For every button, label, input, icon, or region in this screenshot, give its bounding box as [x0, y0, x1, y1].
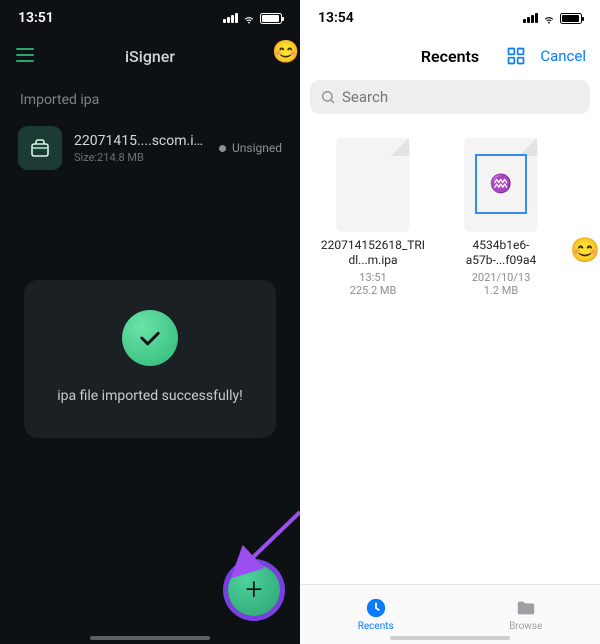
file-size: Size:214.8 MB [74, 151, 207, 164]
status-icons [223, 11, 282, 25]
home-indicator[interactable] [390, 636, 510, 640]
status-bar: 13:54 [300, 0, 600, 36]
section-label: Imported ipa [0, 76, 300, 116]
file-status-text: Unsigned [232, 141, 282, 155]
search-bar[interactable] [310, 80, 590, 114]
home-indicator[interactable] [90, 636, 210, 640]
file-icon [18, 126, 62, 170]
file-item[interactable]: 220714152618_TRIdl...m.ipa 13:51 225.2 M… [318, 138, 428, 297]
toast-message: ipa file imported successfully! [44, 388, 256, 404]
signal-icon [223, 13, 238, 23]
file-meta: 22071415....scom.ipa Size:214.8 MB [74, 133, 207, 164]
app-header: iSigner [0, 36, 300, 76]
tab-label: Recents [358, 621, 394, 632]
checkmark-icon [122, 310, 178, 366]
search-input[interactable] [342, 88, 580, 106]
files-grid: 220714152618_TRIdl...m.ipa 13:51 225.2 M… [300, 124, 600, 311]
status-icons [523, 11, 582, 25]
nav-bar: Recents Cancel [300, 36, 600, 76]
status-time: 13:51 [18, 10, 54, 26]
status-dot-icon [219, 145, 226, 152]
tab-label: Browse [509, 621, 542, 632]
nav-title: Recents [421, 47, 479, 66]
file-name: 4534b1e6-a57b-...f09a4 [446, 238, 556, 268]
file-thumbnail: ♒ [465, 138, 537, 230]
search-icon [320, 89, 336, 105]
folder-icon [515, 597, 537, 619]
success-toast: ipa file imported successfully! [24, 280, 276, 438]
files-picker-screen: 13:54 Recents Cancel 220714152618_TRIdl.… [300, 0, 600, 644]
signal-icon [523, 13, 538, 23]
clock-icon [365, 597, 387, 619]
file-name: 220714152618_TRIdl...m.ipa [318, 238, 428, 268]
add-button[interactable]: + [228, 564, 280, 616]
mascot-emoji: 😊 [570, 236, 600, 264]
tab-bar: Recents Browse [300, 584, 600, 644]
file-thumbnail [337, 138, 409, 230]
file-size: 1.2 MB [446, 284, 556, 297]
view-grid-icon[interactable] [506, 46, 526, 66]
file-date: 2021/10/13 [446, 271, 556, 284]
file-date: 13:51 [318, 271, 428, 284]
plus-icon: + [246, 575, 263, 605]
file-item[interactable]: ♒ 4534b1e6-a57b-...f09a4 2021/10/13 1.2 … [446, 138, 556, 297]
menu-icon[interactable] [16, 48, 34, 62]
app-title: iSigner [125, 47, 175, 66]
imported-file-row[interactable]: 22071415....scom.ipa Size:214.8 MB Unsig… [0, 116, 300, 180]
battery-icon [560, 13, 582, 24]
wifi-icon [542, 11, 556, 25]
isigner-screen: 13:51 iSigner 😊 Imported ipa 22071415...… [0, 0, 300, 644]
status-time: 13:54 [318, 10, 354, 26]
file-status: Unsigned [219, 141, 282, 155]
file-name: 22071415....scom.ipa [74, 133, 207, 149]
battery-icon [260, 13, 282, 24]
cancel-button[interactable]: Cancel [540, 47, 586, 65]
status-bar: 13:51 [0, 0, 300, 36]
tab-browse[interactable]: Browse [509, 597, 542, 632]
tab-recents[interactable]: Recents [358, 597, 394, 632]
audio-wave-icon: ♒ [490, 174, 512, 195]
wifi-icon [242, 11, 256, 25]
mascot-emoji: 😊 [272, 40, 300, 68]
file-size: 225.2 MB [318, 284, 428, 297]
